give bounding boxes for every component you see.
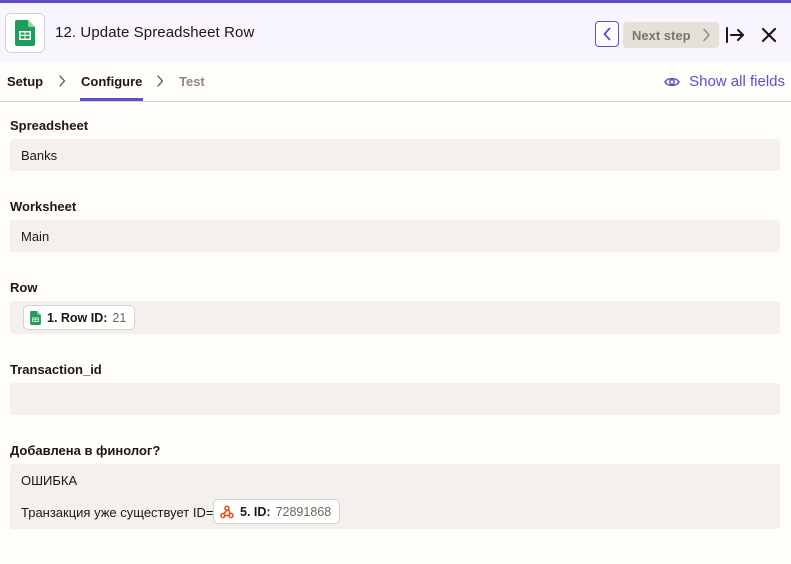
step-tabs: Setup Configure Test Show all fields	[0, 62, 791, 102]
show-all-fields-label: Show all fields	[689, 73, 785, 90]
previous-step-button[interactable]	[595, 21, 619, 47]
row-id-pill[interactable]: 1. Row ID: 21	[23, 305, 136, 330]
tab-setup[interactable]: Setup	[7, 74, 43, 89]
chevron-left-icon	[603, 27, 611, 41]
finolog-field[interactable]: ОШИБКА Транзакция уже существует ID= 5. …	[10, 464, 780, 529]
webhook-id-pill-key: 5. ID:	[240, 504, 271, 519]
google-sheets-icon	[5, 13, 45, 53]
worksheet-field[interactable]: Main	[10, 220, 780, 252]
chevron-right-icon	[703, 28, 710, 42]
next-step-button[interactable]: Next step	[623, 22, 719, 48]
eye-icon	[664, 77, 680, 86]
webhook-id-pill-value: 72891868	[275, 504, 332, 519]
row-field[interactable]: 1. Row ID: 21	[10, 301, 780, 334]
worksheet-label: Worksheet	[10, 199, 77, 214]
chevron-right-icon	[59, 75, 66, 87]
webhook-icon	[220, 504, 234, 519]
collapse-panel-icon[interactable]	[725, 25, 745, 45]
active-tab-indicator	[80, 98, 143, 101]
step-title: 12. Update Spreadsheet Row	[55, 24, 255, 41]
tab-test[interactable]: Test	[179, 74, 205, 89]
worksheet-value: Main	[21, 229, 50, 244]
spreadsheet-value: Banks	[21, 148, 58, 163]
webhook-id-pill[interactable]: 5. ID: 72891868	[213, 499, 341, 524]
show-all-fields-button[interactable]: Show all fields	[664, 73, 785, 90]
finolog-label: Добавлена в финолог?	[10, 443, 161, 458]
row-id-pill-value: 21	[112, 310, 127, 325]
close-icon[interactable]	[760, 26, 778, 44]
spreadsheet-field[interactable]: Banks	[10, 139, 780, 171]
chevron-right-icon	[157, 75, 164, 87]
spreadsheet-label: Spreadsheet	[10, 118, 89, 133]
finolog-line1: ОШИБКА	[21, 473, 78, 488]
google-sheets-icon	[30, 310, 41, 325]
finolog-line2-prefix: Транзакция уже существует ID=	[21, 505, 214, 520]
step-header: 12. Update Spreadsheet Row Next step	[0, 3, 791, 62]
row-id-pill-key: 1. Row ID:	[47, 310, 108, 325]
transaction-id-field[interactable]	[10, 383, 780, 415]
tab-configure[interactable]: Configure	[81, 74, 142, 89]
transaction-id-label: Transaction_id	[10, 362, 102, 377]
row-label: Row	[10, 280, 38, 295]
next-step-label: Next step	[632, 27, 691, 43]
